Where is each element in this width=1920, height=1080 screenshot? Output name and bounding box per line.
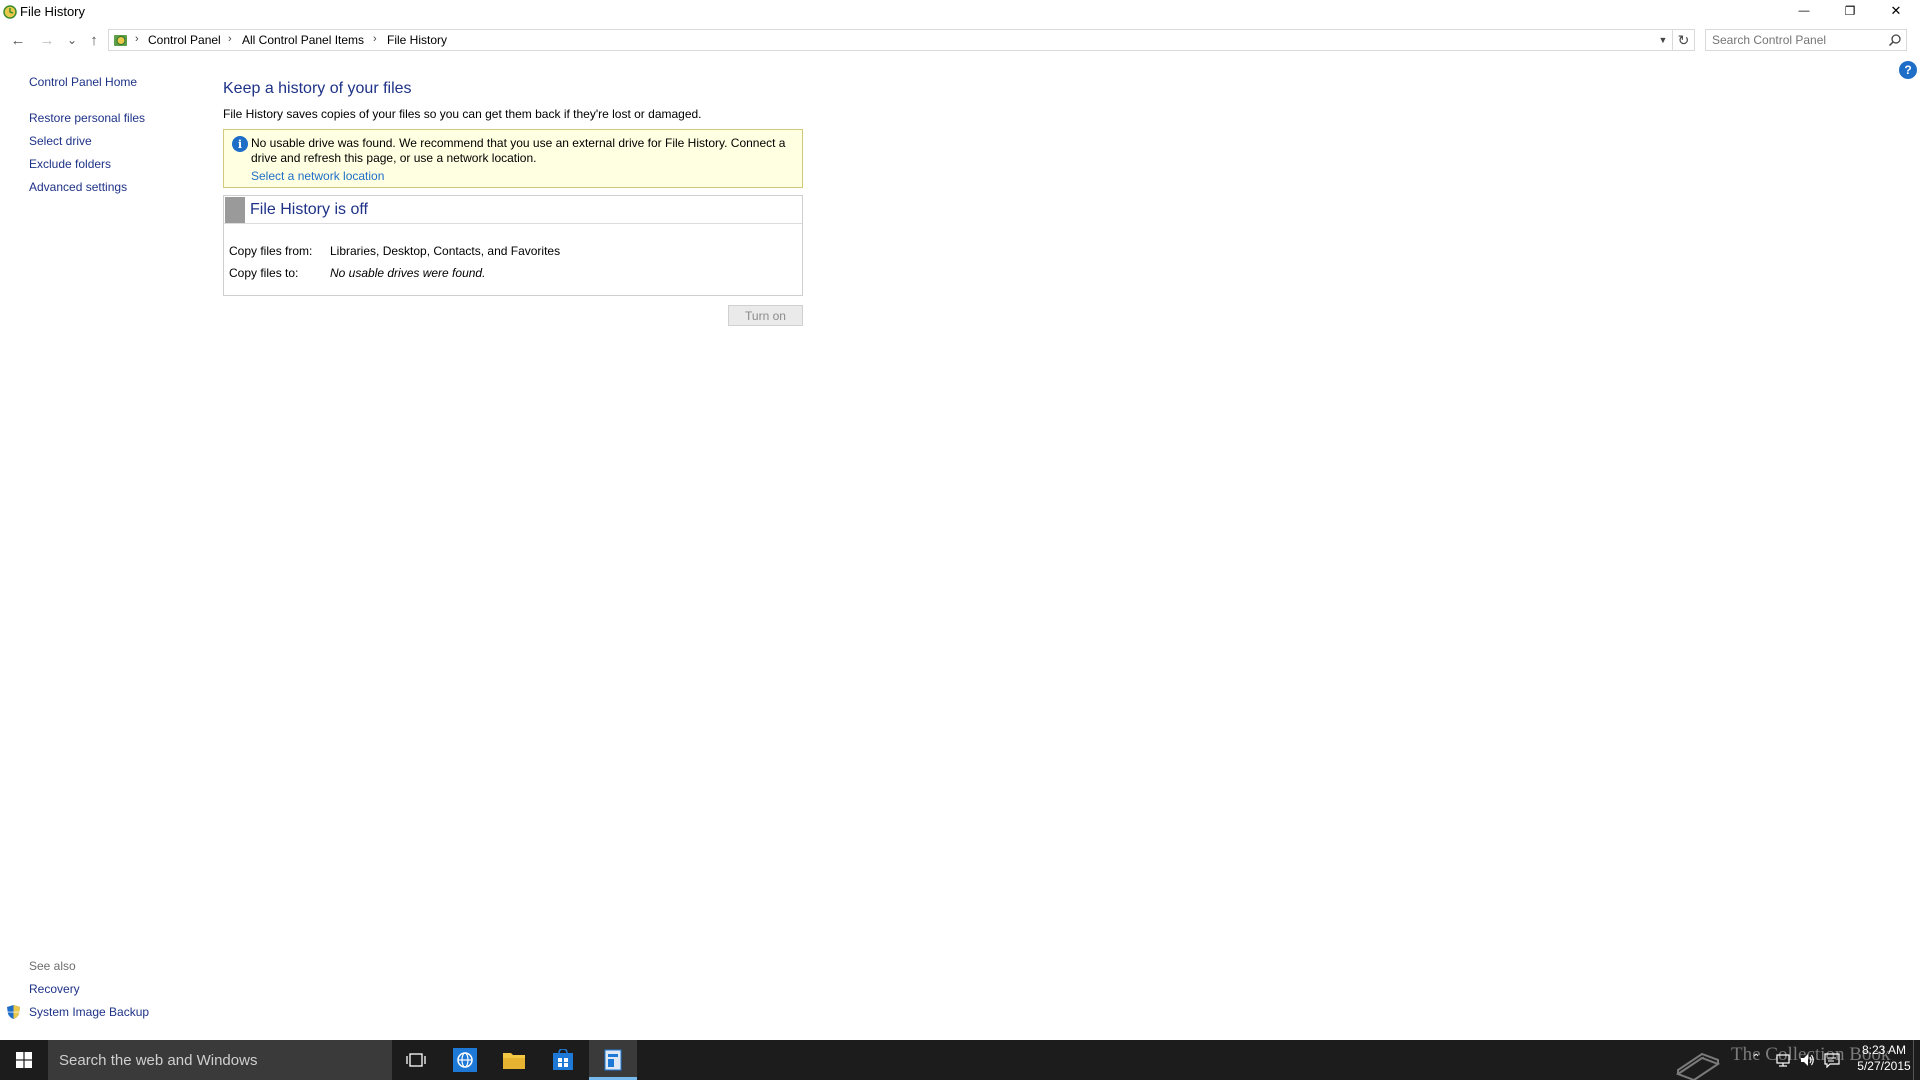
search-icon[interactable] — [1888, 33, 1902, 47]
close-icon: ✕ — [1890, 3, 1902, 18]
browser-icon — [453, 1048, 477, 1072]
search-box[interactable] — [1705, 29, 1907, 51]
forward-button[interactable]: → — [36, 27, 58, 53]
restore-button[interactable]: ❐ — [1827, 0, 1873, 22]
refresh-icon: ↻ — [1677, 31, 1690, 48]
show-hidden-icons-button[interactable]: ⌃ — [1752, 1053, 1768, 1069]
title-bar: File History — ❐ ✕ — [0, 0, 1920, 24]
shield-icon — [7, 1005, 20, 1019]
search-input[interactable] — [1712, 33, 1882, 47]
store-icon — [553, 1049, 573, 1070]
turn-on-button[interactable]: Turn on — [728, 305, 803, 326]
page-description: File History saves copies of your files … — [223, 107, 702, 121]
recovery-link[interactable]: Recovery — [29, 982, 80, 996]
advanced-settings-link[interactable]: Advanced settings — [29, 180, 127, 194]
window-title: File History — [20, 4, 86, 19]
status-panel: File History is off Copy files from: Lib… — [223, 195, 803, 296]
restore-icon: ❐ — [1844, 4, 1856, 18]
page-title: Keep a history of your files — [223, 80, 412, 97]
breadcrumb-separator: › — [373, 33, 377, 45]
task-view-icon — [406, 1053, 426, 1067]
taskbar-file-explorer-button[interactable] — [490, 1040, 538, 1080]
info-message: No usable drive was found. We recommend … — [251, 136, 786, 165]
taskbar-search-placeholder: Search the web and Windows — [59, 1052, 258, 1069]
help-icon[interactable]: ? — [1899, 61, 1917, 79]
taskbar-search-box[interactable]: Search the web and Windows — [48, 1040, 392, 1080]
status-header: File History is off — [224, 196, 802, 224]
minimize-icon: — — [1798, 5, 1810, 17]
taskbar-browser-button[interactable] — [441, 1040, 489, 1080]
action-center-icon[interactable] — [1824, 1052, 1840, 1068]
status-indicator — [225, 197, 245, 223]
book-logo-icon — [1675, 1052, 1721, 1080]
taskbar: Search the web and Windows The Collectio… — [0, 1040, 1920, 1080]
breadcrumb-all-items[interactable]: All Control Panel Items — [242, 33, 364, 47]
back-button[interactable]: ← — [7, 27, 29, 53]
file-history-icon — [3, 5, 17, 19]
breadcrumb-separator: › — [135, 33, 139, 45]
system-image-backup-link[interactable]: System Image Backup — [29, 1005, 149, 1019]
copy-to-label: Copy files to: — [229, 266, 299, 280]
folder-icon — [503, 1053, 525, 1069]
copy-to-value: No usable drives were found. — [330, 266, 486, 280]
control-panel-icon — [114, 35, 127, 46]
forward-arrow-icon: → — [39, 31, 55, 49]
clock-time[interactable]: 8:23 AM — [1854, 1043, 1914, 1057]
select-network-location-link[interactable]: Select a network location — [251, 169, 384, 183]
network-icon[interactable] — [1775, 1052, 1791, 1068]
recent-locations-button[interactable]: ⌄ — [62, 27, 82, 53]
volume-icon[interactable] — [1799, 1052, 1815, 1068]
task-view-button[interactable] — [392, 1040, 440, 1080]
info-icon: i — [232, 136, 248, 152]
up-arrow-icon: ↑ — [90, 31, 98, 49]
taskbar-file-history-button[interactable] — [589, 1040, 637, 1080]
chevron-down-icon: ▼ — [1658, 35, 1668, 45]
up-button[interactable]: ↑ — [83, 27, 105, 53]
chevron-down-icon: ⌄ — [66, 33, 78, 47]
restore-personal-files-link[interactable]: Restore personal files — [29, 111, 145, 125]
copy-from-value: Libraries, Desktop, Contacts, and Favori… — [330, 244, 561, 258]
windows-logo-icon — [16, 1052, 32, 1068]
control-panel-app-icon — [604, 1049, 622, 1071]
status-title: File History is off — [250, 201, 368, 218]
back-arrow-icon: ← — [10, 31, 26, 49]
navigation-bar: ← → ⌄ ↑ › Control Panel › All Control Pa… — [0, 27, 1920, 53]
show-desktop-button[interactable] — [1913, 1040, 1920, 1080]
breadcrumb-control-panel[interactable]: Control Panel — [148, 33, 221, 47]
taskbar-store-button[interactable] — [539, 1040, 587, 1080]
select-drive-link[interactable]: Select drive — [29, 134, 92, 148]
breadcrumb-file-history[interactable]: File History — [387, 33, 447, 47]
help-glyph: ? — [1904, 63, 1912, 77]
address-bar[interactable]: › Control Panel › All Control Panel Item… — [108, 29, 1673, 51]
control-panel-home-link[interactable]: Control Panel Home — [29, 75, 137, 89]
refresh-button[interactable]: ↻ — [1673, 29, 1695, 51]
see-also-heading: See also — [29, 959, 76, 973]
clock-date[interactable]: 5/27/2015 — [1854, 1059, 1914, 1073]
info-notification: i No usable drive was found. We recommen… — [223, 129, 803, 188]
close-button[interactable]: ✕ — [1873, 0, 1919, 22]
start-button[interactable] — [0, 1040, 48, 1080]
breadcrumb-separator: › — [228, 33, 232, 45]
copy-from-label: Copy files from: — [229, 244, 313, 258]
minimize-button[interactable]: — — [1781, 0, 1827, 22]
address-dropdown-button[interactable]: ▼ — [1654, 30, 1672, 50]
exclude-folders-link[interactable]: Exclude folders — [29, 157, 111, 171]
info-glyph: i — [237, 137, 243, 151]
